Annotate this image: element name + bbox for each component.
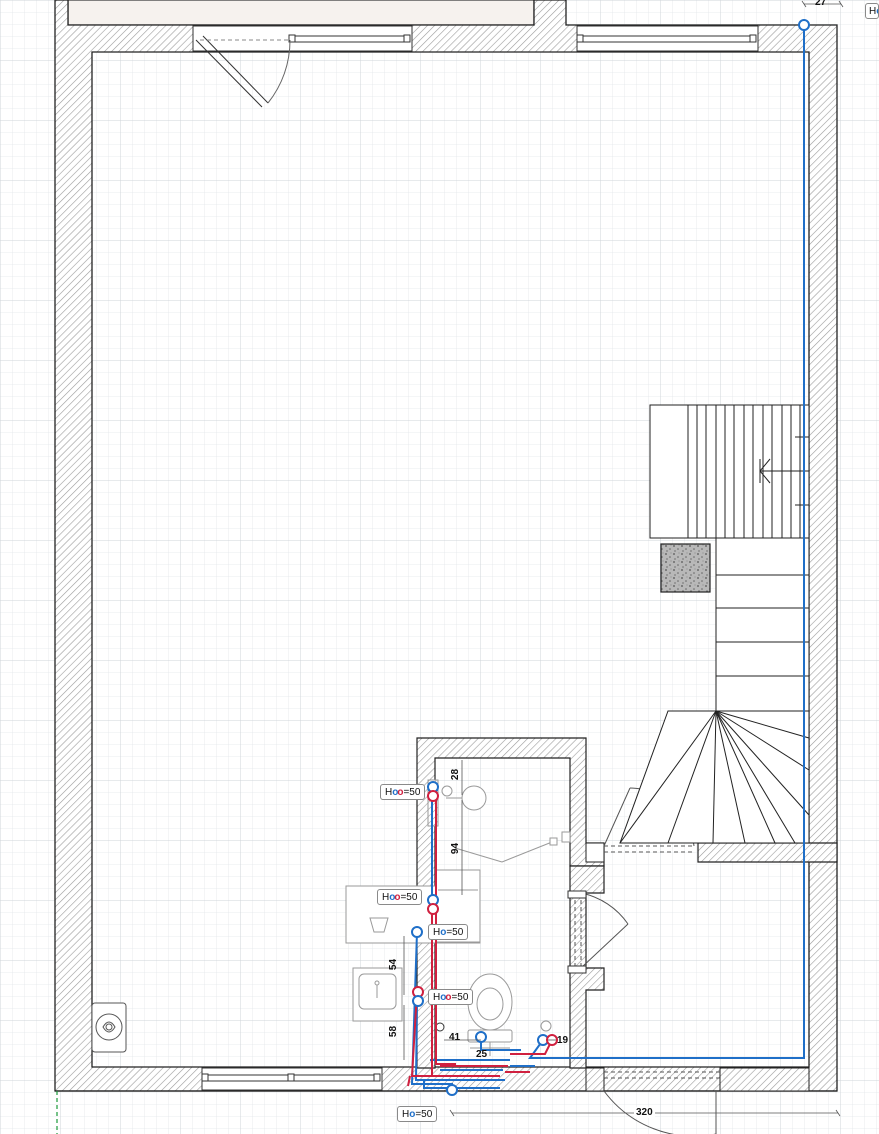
adjacent-room	[67, 0, 535, 26]
riser-label[interactable]: Ho=50	[397, 1106, 438, 1122]
dimension-label: 54	[388, 958, 400, 971]
dimension-label: 94	[450, 842, 462, 855]
dimension-label: 25	[476, 1049, 488, 1060]
riser-label[interactable]: Hoo=50	[377, 889, 423, 905]
cold-outlet	[412, 995, 424, 1007]
washbasin-icon[interactable]	[352, 967, 403, 1022]
chimney-icon[interactable]	[660, 543, 711, 593]
dimension-label: 27	[815, 0, 827, 8]
boiler-icon[interactable]	[91, 1002, 127, 1053]
cold-outlet	[798, 19, 810, 31]
floor-plan[interactable]	[0, 0, 879, 1134]
cold-outlet	[446, 1084, 458, 1096]
floor-plan-canvas[interactable]: Hoo=50 Hoo=50 Ho=50 Hoo=50 Ho=50 Ho 27 2…	[0, 0, 879, 1134]
cold-outlet	[475, 1031, 487, 1043]
riser-label[interactable]: Ho	[865, 3, 879, 19]
riser-label[interactable]: Hoo=50	[428, 989, 474, 1005]
riser-label[interactable]: Hoo=50	[380, 784, 426, 800]
dimension-label: 28	[450, 768, 462, 781]
cold-outlet	[411, 926, 423, 938]
dimension-label: 58	[388, 1025, 400, 1038]
hot-outlet	[427, 790, 439, 802]
floor-drain-icon[interactable]	[540, 1020, 552, 1032]
riser-label[interactable]: Ho=50	[428, 924, 469, 940]
dimension-label: 19	[557, 1035, 569, 1046]
dimension-label: 320	[634, 1107, 655, 1118]
dimension-label: 41	[449, 1032, 461, 1043]
hot-outlet	[427, 903, 439, 915]
